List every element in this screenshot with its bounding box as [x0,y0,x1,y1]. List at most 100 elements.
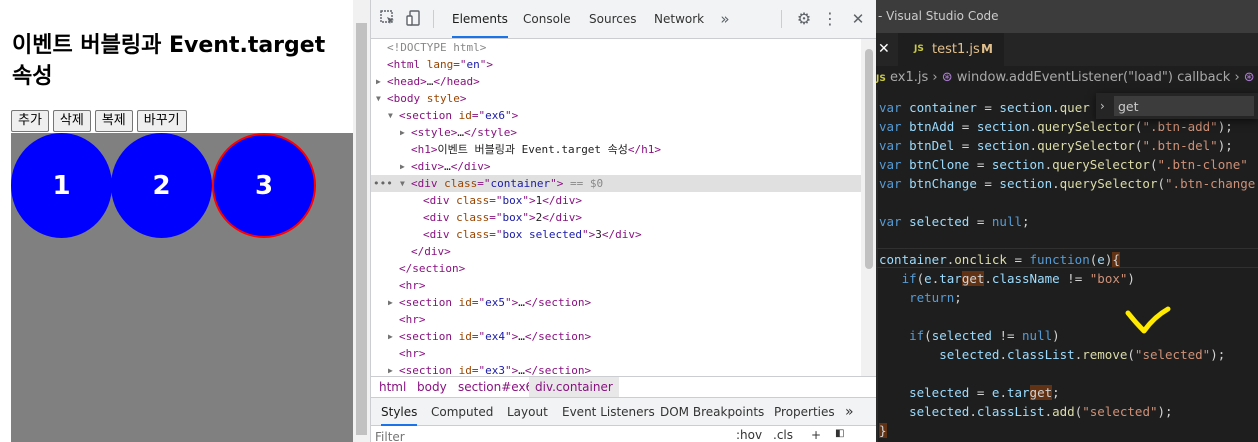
expand-toggle-icon[interactable]: ▶ [388,362,393,376]
dom-node[interactable]: <hr> [371,345,861,362]
code-line[interactable]: container.onclick = function(e){ [879,250,1120,269]
tab-sources[interactable]: Sources [589,0,636,38]
more-options-icon[interactable]: ⋮ [821,10,839,28]
devtools-toolbar: Elements Console Sources Network » ⚙ ⋮ ✕ [371,0,876,39]
code-line[interactable]: if(e.target.className != "box") [879,269,1135,288]
change-button[interactable]: 바꾸기 [136,110,187,132]
node-actions-icon[interactable]: ••• [373,175,393,192]
breadcrumb-container[interactable]: div.container [529,377,619,397]
box-1[interactable]: 1 [11,133,112,238]
tab-console[interactable]: Console [523,0,571,38]
box-3-selected[interactable]: 3 [212,133,316,238]
box-2[interactable]: 2 [111,133,212,238]
expand-toggle-icon[interactable]: ▼ [376,90,381,107]
inspect-element-icon[interactable] [379,10,397,28]
editor-tab-test1[interactable]: JS test1.js M [898,33,1004,66]
box-container[interactable]: 1 2 3 [11,133,353,442]
javascript-file-icon: JS [914,44,924,54]
browser-page: 이벤트 버블링과 Event.target 속성 추가 삭제 복제 바꾸기 1 … [0,0,370,442]
code-line[interactable]: var btnDel = section.querySelector(".btn… [879,136,1233,155]
tab-network[interactable]: Network [654,0,704,38]
computed-sidebar-icon[interactable]: ◧ [835,428,844,439]
gear-icon[interactable]: ⚙ [795,10,813,28]
code-line[interactable]: var container = section.quer [879,98,1090,117]
dom-node[interactable]: <html lang="en"> [371,56,861,73]
new-style-rule-button[interactable]: + [811,428,821,442]
dom-node[interactable]: ▼ <body style> [371,90,861,107]
breadcrumb-section[interactable]: section#ex6 [458,377,533,397]
styles-filter-row: :hov .cls + ◧ [371,426,876,442]
styles-filter-input[interactable] [375,428,725,442]
dom-node[interactable]: <div class="box selected">3</div> [371,226,861,243]
breadcrumb-html[interactable]: html [379,377,406,397]
code-line[interactable]: selected.classList.remove("selected"); [879,345,1225,364]
tab-layout[interactable]: Layout [507,398,548,426]
close-icon[interactable]: ✕ [849,10,867,28]
dom-tree-scroll-thumb[interactable] [865,49,873,269]
code-line[interactable]: var btnClone = section.querySelector(".b… [879,155,1248,174]
dom-node[interactable]: </div> [371,243,861,260]
page-title: 이벤트 버블링과 Event.target 속성 [12,33,326,89]
expand-toggle-icon[interactable]: ▶ [400,158,405,175]
tab-dom-breakpoints[interactable]: DOM Breakpoints [660,398,764,426]
expand-toggle-icon[interactable]: ▶ [388,294,393,311]
class-toggle[interactable]: .cls [773,428,793,442]
tab-computed[interactable]: Computed [431,398,493,426]
code-line[interactable]: if(selected != null) [879,326,1060,345]
breadcrumb-file[interactable]: ex1.js [890,70,928,85]
code-line[interactable]: var btnAdd = section.querySelector(".btn… [879,117,1233,136]
dom-node[interactable]: ▶ <div>…</div> [371,158,861,175]
dom-node[interactable]: <hr> [371,277,861,294]
breadcrumb-symbol[interactable]: window.addEventListener("load") callback [957,70,1231,85]
more-tabs-icon[interactable]: » [845,398,854,426]
chevron-right-icon: › [932,70,938,85]
dom-node[interactable]: </section> [371,260,861,277]
chevron-right-icon[interactable]: › [1100,93,1105,119]
dom-node[interactable]: ▶ <section id="ex3">…</section> [371,362,861,376]
tab-event-listeners[interactable]: Event Listeners [562,398,655,426]
code-line[interactable]: var selected = null; [879,212,1030,231]
tab-properties[interactable]: Properties [774,398,835,426]
dom-node-selected[interactable]: ▼ <div class="container"> == $0 ••• [371,175,861,192]
dom-node[interactable]: ▶ <style>…</style> [371,124,861,141]
dom-node[interactable]: ▶ <head>…</head> [371,73,861,90]
breadcrumb-body[interactable]: body [417,377,447,397]
dom-node[interactable]: <!DOCTYPE html> [371,39,861,56]
toolbar-divider [433,10,434,28]
toolbar-divider [781,10,782,28]
dom-node[interactable]: ▶ <section id="ex5">…</section> [371,294,861,311]
tab-elements[interactable]: Elements [452,0,508,38]
expand-toggle-icon[interactable]: ▶ [388,328,393,345]
clone-button[interactable]: 복제 [94,110,133,132]
page-scroll-thumb[interactable] [356,23,367,435]
modified-indicator: M [981,42,993,56]
code-line[interactable]: selected.classList.add("selected"); [879,402,1172,421]
chevrons-right-icon[interactable]: » [716,10,734,28]
editor-tab-bar: ✕ JS test1.js M [876,33,1258,66]
code-line[interactable]: selected = e.target; [879,383,1060,402]
code-line[interactable]: return; [879,288,962,307]
dom-node[interactable]: <div class="box">1</div> [371,192,861,209]
find-input[interactable] [1114,96,1254,116]
expand-toggle-icon[interactable]: ▼ [400,175,405,192]
hover-state-toggle[interactable]: :hov [736,428,762,442]
dom-tree[interactable]: <!DOCTYPE html> <html lang="en"> ▶ <head>…<… [371,39,861,376]
symbol-field-icon: ⊛ [1243,70,1255,85]
dom-node[interactable]: <div class="box">2</div> [371,209,861,226]
add-button[interactable]: 추가 [11,110,49,132]
code-line[interactable]: var btnChange = section.querySelector(".… [879,174,1255,193]
dom-node[interactable]: <hr> [371,311,861,328]
dom-node[interactable]: ▼ <section id="ex6"> [371,107,861,124]
delete-button[interactable]: 삭제 [52,110,91,132]
dom-node[interactable]: ▶ <section id="ex4">…</section> [371,328,861,345]
devtools-panel: Elements Console Sources Network » ⚙ ⋮ ✕… [370,0,876,442]
code-line[interactable]: } [879,421,887,440]
expand-toggle-icon[interactable]: ▶ [376,73,381,90]
close-tab-icon[interactable]: ✕ [878,33,890,66]
tab-styles[interactable]: Styles [381,398,418,426]
code-editor[interactable]: var container = section.quer var btnAdd =… [876,90,1258,442]
expand-toggle-icon[interactable]: ▼ [388,107,393,124]
expand-toggle-icon[interactable]: ▶ [400,124,405,141]
device-toolbar-icon[interactable] [405,10,423,28]
dom-node[interactable]: <h1>이벤트 버블링과 Event.target 속성</h1> [371,141,861,158]
